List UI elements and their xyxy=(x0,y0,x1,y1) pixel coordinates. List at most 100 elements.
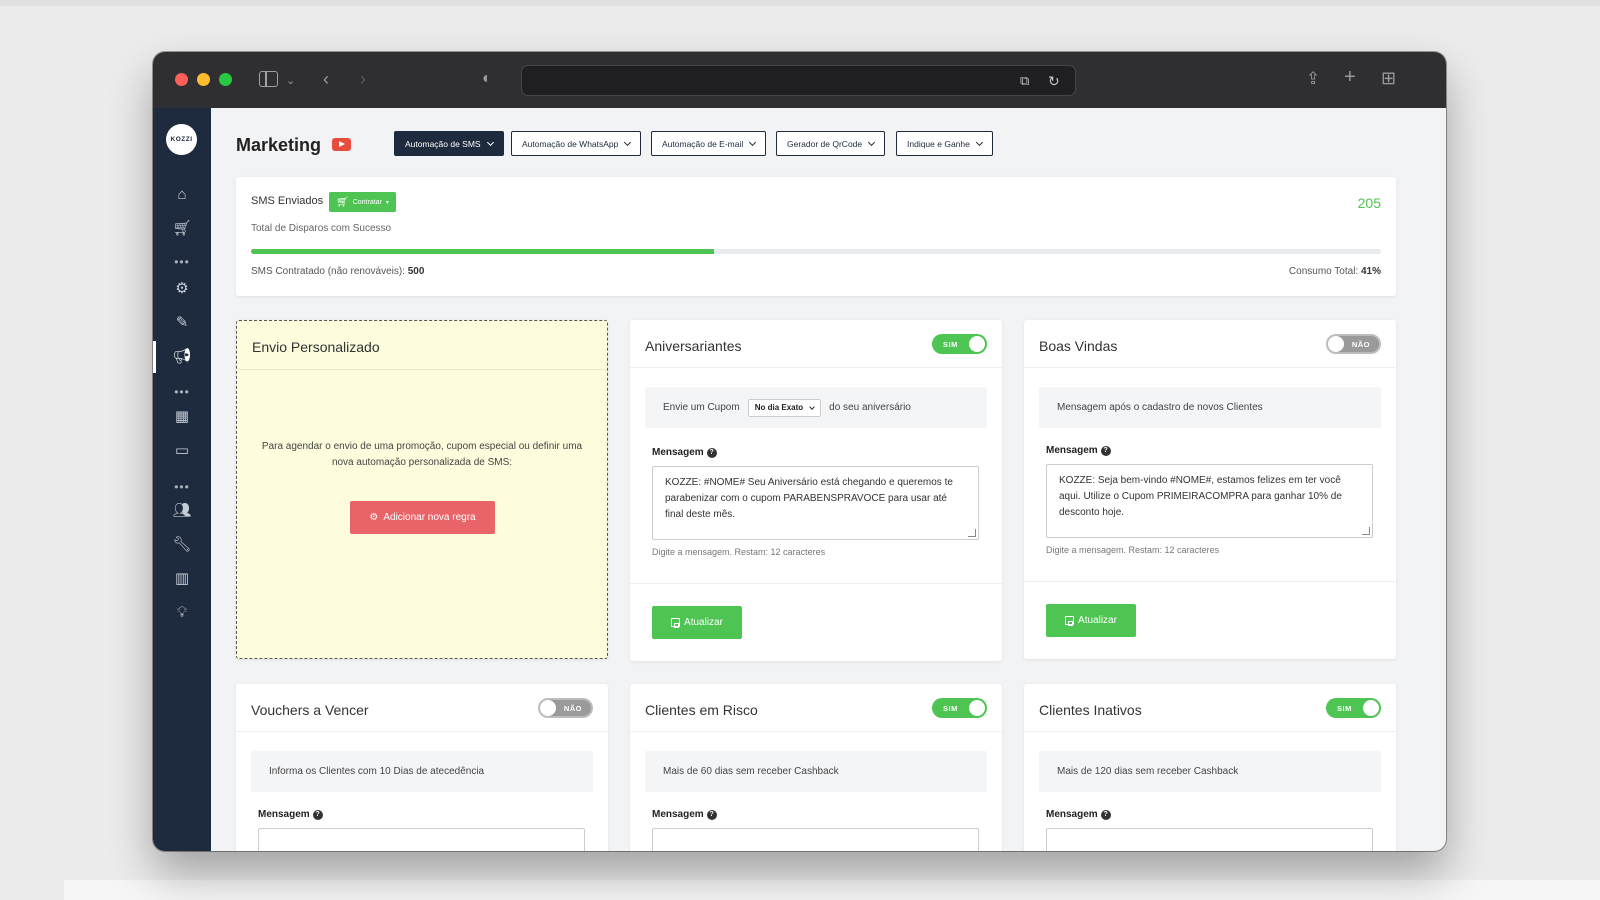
tab-refer-earn[interactable]: Indique e Ganhe xyxy=(896,131,993,156)
sms-stats-card: SMS Enviados 🛒︎ Contratar ▾ Total de Dis… xyxy=(236,177,1396,296)
divider xyxy=(630,731,1002,732)
birthday-timing-select[interactable]: No dia Exato xyxy=(747,398,822,417)
wrench-icon[interactable]: 🔧︎ xyxy=(153,536,211,554)
vouchers-rule-card: Vouchers a Vencer NÃO Informa os Cliente… xyxy=(236,684,608,851)
custom-send-title: Envio Personalizado xyxy=(252,339,380,355)
resize-handle-icon[interactable] xyxy=(1362,527,1370,535)
divider xyxy=(237,369,607,370)
gear-icon[interactable]: ⚙ xyxy=(153,280,211,298)
more-dots-icon: ••• xyxy=(174,385,190,399)
add-rule-button[interactable]: ⚙ Adicionar nova regra xyxy=(350,501,495,534)
help-icon[interactable]: ? xyxy=(706,447,717,458)
vouchers-info: Informa os Clientes com 10 Dias de atece… xyxy=(251,751,593,792)
divider xyxy=(630,583,1002,584)
resize-handle-icon[interactable] xyxy=(968,529,976,537)
tab-sms-automation[interactable]: Automação de SMS xyxy=(394,131,504,156)
risk-info: Mais de 60 dias sem receber Cashback xyxy=(645,751,987,792)
vouchers-message-textarea[interactable] xyxy=(258,828,585,851)
lightbulb-icon[interactable]: 💡︎ xyxy=(153,604,211,622)
home-icon[interactable]: ⌂ xyxy=(153,186,211,204)
sms-sent-label: SMS Enviados xyxy=(251,195,324,207)
translate-icon[interactable]: ⧉ xyxy=(1020,73,1029,89)
consumption-progress xyxy=(251,249,1381,254)
birthday-toggle[interactable]: SIM xyxy=(932,334,987,354)
brush-icon[interactable]: ✎ xyxy=(153,314,211,332)
monitor-icon[interactable]: ▭ xyxy=(153,442,211,460)
welcome-update-button[interactable]: Atualizar xyxy=(1046,604,1136,637)
risk-message-textarea[interactable] xyxy=(652,828,979,851)
divider xyxy=(236,731,608,732)
welcome-message-textarea[interactable]: KOZZE: Seja bem-vindo #NOME#, estamos fe… xyxy=(1046,464,1373,538)
divider xyxy=(630,367,1002,368)
inactive-toggle[interactable]: SIM xyxy=(1326,698,1381,718)
vouchers-toggle[interactable]: NÃO xyxy=(538,698,593,718)
risk-rule-title: Clientes em Risco xyxy=(645,702,758,718)
birthday-update-button[interactable]: Atualizar xyxy=(652,606,742,639)
close-window-button[interactable] xyxy=(175,73,188,86)
welcome-rule-title: Boas Vindas xyxy=(1039,338,1118,354)
share-icon[interactable]: ⇪ xyxy=(1306,70,1320,87)
help-icon[interactable]: ? xyxy=(312,809,323,820)
help-icon[interactable]: ? xyxy=(706,809,717,820)
inactive-rule-card: Clientes Inativos SIM Mais de 120 dias s… xyxy=(1024,684,1396,851)
main-content: Marketing Automação de SMS Automação de … xyxy=(211,108,1446,851)
risk-toggle[interactable]: SIM xyxy=(932,698,987,718)
tab-email-automation[interactable]: Automação de E-mail xyxy=(651,131,767,156)
contratar-button[interactable]: 🛒︎ Contratar ▾ xyxy=(329,192,396,212)
sidebar-toggle-icon[interactable] xyxy=(259,71,278,87)
caret-down-icon: ▾ xyxy=(385,199,389,206)
new-tab-icon[interactable]: + xyxy=(1344,67,1356,87)
cart-icon[interactable]: 🛒︎ xyxy=(153,220,211,238)
qrcode-icon[interactable]: ▦ xyxy=(153,408,211,426)
save-icon xyxy=(671,618,681,628)
birthday-message-hint: Digite a mensagem. Restam: 12 caracteres xyxy=(652,547,826,557)
cart-icon: 🛒︎ xyxy=(336,196,349,208)
forward-icon[interactable]: › xyxy=(360,70,366,88)
birthday-message-label: Mensagem? xyxy=(652,447,717,458)
bar-chart-icon[interactable]: ▥ xyxy=(153,570,211,588)
browser-toolbar: ⌄ ‹ › ◐ ⧉ ↻ ⇪ + ⊞ xyxy=(153,52,1446,108)
chevron-down-icon xyxy=(868,138,876,146)
inactive-rule-title: Clientes Inativos xyxy=(1039,702,1142,718)
shield-icon[interactable]: ◐ xyxy=(482,71,492,87)
help-icon[interactable]: ? xyxy=(1100,809,1111,820)
users-icon[interactable]: 👥︎ xyxy=(153,502,211,520)
chevron-down-icon xyxy=(749,138,757,146)
custom-send-text: Para agendar o envio de uma promoção, cu… xyxy=(261,441,583,468)
chevron-down-icon xyxy=(809,403,815,410)
chevron-down-icon xyxy=(486,138,494,146)
youtube-icon[interactable] xyxy=(332,138,351,151)
back-icon[interactable]: ‹ xyxy=(323,70,329,88)
reload-icon[interactable]: ↻ xyxy=(1048,73,1060,89)
inactive-message-textarea[interactable] xyxy=(1046,828,1373,851)
contracted-info: SMS Contratado (não renováveis): 500 xyxy=(251,266,425,277)
minimize-window-button[interactable] xyxy=(197,73,210,86)
save-icon xyxy=(1065,616,1075,626)
megaphone-icon[interactable]: 📢︎ xyxy=(153,348,211,366)
custom-send-card: Envio Personalizado Para agendar o envio… xyxy=(236,320,608,659)
welcome-info: Mensagem após o cadastro de novos Client… xyxy=(1039,387,1381,428)
divider xyxy=(1024,731,1396,732)
birthday-info: Envie um Cupom No dia Exato do seu anive… xyxy=(645,387,987,428)
tab-qrcode-generator[interactable]: Gerador de QrCode xyxy=(776,131,886,156)
chevron-down-icon xyxy=(975,138,983,146)
welcome-message-label: Mensagem? xyxy=(1046,445,1111,456)
tab-overview-icon[interactable]: ⊞ xyxy=(1381,69,1396,87)
divider xyxy=(1024,367,1396,368)
birthday-message-textarea[interactable]: KOZZE: #NOME# Seu Aniversário está chega… xyxy=(652,466,979,540)
divider xyxy=(1024,581,1396,582)
tab-whatsapp-automation[interactable]: Automação de WhatsApp xyxy=(511,131,642,156)
inactive-info: Mais de 120 dias sem receber Cashback xyxy=(1039,751,1381,792)
welcome-message-hint: Digite a mensagem. Restam: 12 caracteres xyxy=(1046,545,1220,555)
help-icon[interactable]: ? xyxy=(1100,445,1111,456)
chevron-down-icon[interactable]: ⌄ xyxy=(286,73,295,89)
zoom-window-button[interactable] xyxy=(219,73,232,86)
consumption-value: 41% xyxy=(1360,266,1381,277)
logo[interactable]: KOZZI xyxy=(166,124,197,155)
welcome-toggle[interactable]: NÃO xyxy=(1326,334,1381,354)
top-shade xyxy=(0,0,1600,6)
chevron-down-icon xyxy=(624,138,632,146)
address-bar[interactable]: ⧉ ↻ xyxy=(521,65,1076,96)
more-dots-icon: ••• xyxy=(174,255,190,269)
inactive-message-label: Mensagem? xyxy=(1046,809,1111,820)
